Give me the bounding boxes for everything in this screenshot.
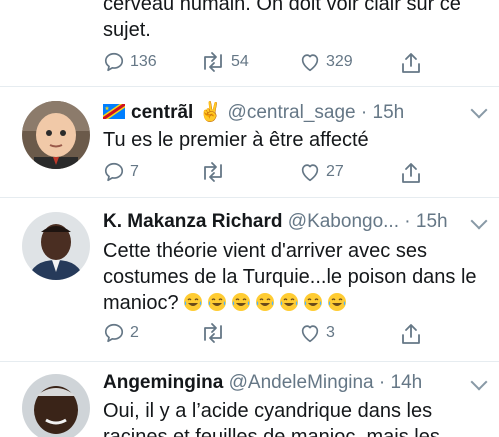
chevron-down-icon[interactable] [470,212,488,230]
tears-of-joy-emoji-icon [183,293,202,311]
display-name[interactable]: Angemingina [103,372,223,393]
retweet-button[interactable]: 54 [200,51,249,73]
share-icon [402,324,420,344]
avatar[interactable] [22,374,90,437]
timestamp[interactable]: · 15h [404,211,447,232]
display-name[interactable]: centrãl ✌️ [131,102,222,123]
reply-icon [104,323,124,343]
tweet-3[interactable]: Angemingina @AndeleMingina · 14h Oui, il… [0,362,499,437]
tweet-text: Tu es le premier à être affecté [103,129,369,151]
retweet-button[interactable] [200,161,231,183]
retweet-icon [204,162,222,182]
like-count: 27 [326,163,344,180]
drc-flag-icon [101,101,127,122]
like-button[interactable]: 27 [299,161,344,183]
heart-icon [301,54,319,72]
tweet-0[interactable]: cerveau humain. On doit voir clair sur c… [0,0,499,86]
retweet-count: 54 [231,53,249,70]
timestamp[interactable]: · 14h [379,372,422,393]
retweet-icon [204,52,222,72]
timestamp[interactable]: · 15h [361,102,404,123]
heart-icon [301,325,319,343]
like-button[interactable]: 3 [299,322,335,344]
reply-count: 136 [130,53,157,70]
tears-of-joy-emoji-icon [327,293,346,311]
avatar[interactable] [22,101,90,169]
tweet-header: K. Makanza Richard @Kabongo... · 15h [103,211,448,233]
share-button[interactable] [400,161,422,185]
share-icon [402,53,420,73]
tears-of-joy-emoji-icon [255,293,274,311]
chevron-down-icon[interactable] [470,101,488,119]
reply-button[interactable]: 7 [103,161,139,183]
tears-of-joy-emoji-icon [207,293,226,311]
share-icon [402,163,420,183]
reply-icon [104,162,124,182]
tears-of-joy-emoji-icon [303,293,322,311]
like-count: 329 [326,53,353,70]
tweet-text: Cette théorie vient d'arriver avec ses c… [103,238,483,316]
chevron-down-icon[interactable] [470,373,488,391]
laughing-emoji-group [179,292,347,314]
user-handle[interactable]: @AndeleMingina [229,372,374,393]
like-button[interactable]: 329 [299,51,353,73]
avatar[interactable] [22,212,90,280]
reply-button[interactable]: 2 [103,322,139,344]
user-handle[interactable]: @Kabongo... [288,211,399,232]
display-name[interactable]: K. Makanza Richard [103,211,283,232]
retweet-button[interactable] [200,322,231,344]
reply-button[interactable]: 136 [103,51,157,73]
tears-of-joy-emoji-icon [279,293,298,311]
heart-icon [301,164,319,182]
reply-count: 2 [130,324,139,341]
tears-of-joy-emoji-icon [231,293,250,311]
tweet-2[interactable]: K. Makanza Richard @Kabongo... · 15h Cet… [0,198,499,361]
user-handle[interactable]: @central_sage [228,102,356,123]
tweet-actions: 2 3 [103,322,433,346]
tweet-1[interactable]: centrãl ✌️ @central_sage · 15h Tu es le … [0,87,499,197]
retweet-icon [204,323,222,343]
reply-count: 7 [130,163,139,180]
reply-icon [104,52,124,72]
tweet-text: Oui, il y a l’acide cyandrique dans les … [103,400,440,437]
share-button[interactable] [400,51,422,75]
tweet-header: Angemingina @AndeleMingina · 14h [103,372,422,394]
tweet-actions: 7 27 [103,161,433,185]
like-count: 3 [326,324,335,341]
share-button[interactable] [400,322,422,346]
tweet-text: cerveau humain. On doit voir clair sur c… [103,0,461,41]
tweet-actions: 136 54 329 [103,51,433,75]
tweet-header: centrãl ✌️ @central_sage · 15h [101,100,404,124]
